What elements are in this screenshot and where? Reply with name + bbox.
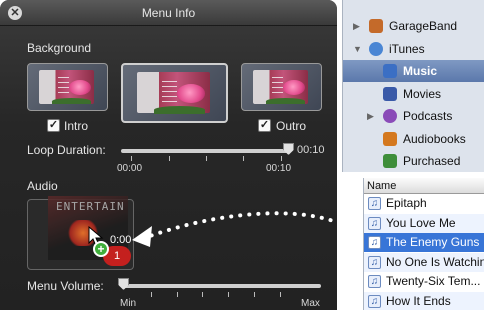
source-item-label: Audiobooks (403, 131, 466, 146)
source-item-label: Music (403, 64, 438, 78)
panel-titlebar[interactable]: ✕ Menu Info (0, 0, 337, 26)
drag-duration: 0:00 (110, 234, 132, 246)
audiobook-icon (383, 131, 397, 146)
guitar-icon (369, 19, 383, 33)
source-item-itunes[interactable]: ▼ iTunes (343, 38, 484, 60)
disclosure-triangle-icon[interactable]: ▼ (353, 38, 362, 60)
menu-volume-slider[interactable] (123, 284, 321, 288)
album-art-text: ENTERTAIN (56, 200, 125, 213)
music-file-icon: ♫ (368, 197, 381, 210)
song-title: No One Is Watching (386, 254, 484, 269)
audio-label: Audio (27, 179, 58, 193)
music-file-icon: ♫ (368, 236, 381, 249)
disclosure-triangle-icon[interactable]: ▶ (367, 105, 374, 127)
menu-volume-label: Menu Volume: (27, 279, 104, 293)
loop-tick-start: 00:00 (117, 163, 143, 174)
song-title: The Enemy Guns (386, 235, 480, 249)
movies-icon (383, 86, 397, 101)
music-file-icon: ♫ (368, 255, 381, 269)
volume-min-label: Min (120, 298, 137, 309)
source-item-label: iTunes (389, 41, 425, 56)
song-row[interactable]: ♫ How It Ends (364, 291, 484, 310)
menu-info-panel: ✕ Menu Info Background ✓ Intro ✓ Outro L… (0, 0, 337, 310)
song-title: How It Ends (386, 293, 451, 308)
podcast-icon (383, 109, 397, 123)
song-row[interactable]: ♫ Twenty-Six Tem... (364, 272, 484, 291)
outro-checkbox[interactable]: ✓ (258, 119, 271, 132)
song-title: You Love Me (386, 215, 456, 230)
song-row[interactable]: ♫ Epitaph (364, 194, 484, 213)
panel-title: Menu Info (141, 6, 196, 20)
song-title: Twenty-Six Tem... (386, 274, 481, 288)
outro-label: Outro (276, 119, 307, 133)
source-item-label: GarageBand (389, 19, 458, 33)
source-item-label: Purchased (403, 154, 461, 168)
loop-duration-knob[interactable] (283, 143, 294, 155)
volume-max-label: Max (301, 298, 320, 309)
source-item-label: Podcasts (403, 109, 453, 123)
main-menu-thumbnail[interactable] (121, 63, 228, 123)
song-row[interactable]: ♫ The Enemy Guns (364, 233, 484, 252)
intro-label: Intro (64, 119, 89, 133)
intro-checkbox[interactable]: ✓ (47, 119, 60, 132)
itunes-icon (369, 41, 383, 56)
background-label: Background (27, 41, 92, 55)
purchased-icon (383, 154, 397, 168)
music-file-icon: ♫ (368, 216, 381, 230)
song-row[interactable]: ♫ You Love Me (364, 213, 484, 233)
loop-duration-label: Loop Duration: (27, 143, 106, 157)
song-title: Epitaph (386, 196, 427, 210)
loop-tick-end: 00:10 (266, 163, 292, 174)
outro-thumbnail[interactable] (241, 63, 322, 111)
loop-duration-value: 00:10 (297, 144, 325, 156)
source-item-label: Movies (403, 86, 442, 101)
source-item-garageband[interactable]: ▶ GarageBand (343, 15, 484, 37)
menu-volume-knob[interactable] (118, 278, 129, 290)
source-item-audiobooks[interactable]: Audiobooks (343, 128, 484, 150)
music-note-icon (383, 64, 397, 78)
source-item-music[interactable]: Music (343, 60, 484, 82)
source-item-movies[interactable]: Movies (343, 83, 484, 105)
song-row[interactable]: ♫ No One Is Watching (364, 252, 484, 272)
music-file-icon: ♫ (368, 294, 381, 308)
music-file-icon: ♫ (368, 275, 381, 288)
source-item-podcasts[interactable]: ▶ Podcasts (343, 105, 484, 127)
name-column-header[interactable]: Name (364, 178, 484, 194)
loop-duration-slider[interactable] (121, 149, 288, 153)
itunes-source-list: ▶ GarageBand ▼ iTunes Music Movies ▶ Podcasts Au… (342, 0, 484, 172)
source-item-purchased[interactable]: Purchased (343, 150, 484, 172)
intro-thumbnail[interactable] (27, 63, 108, 111)
itunes-song-list: Name ♫ Epitaph ♫ You Love Me ♫ The Enemy Guns… (363, 178, 484, 310)
disclosure-triangle-icon[interactable]: ▶ (353, 15, 360, 37)
copy-plus-icon: + (93, 241, 109, 257)
